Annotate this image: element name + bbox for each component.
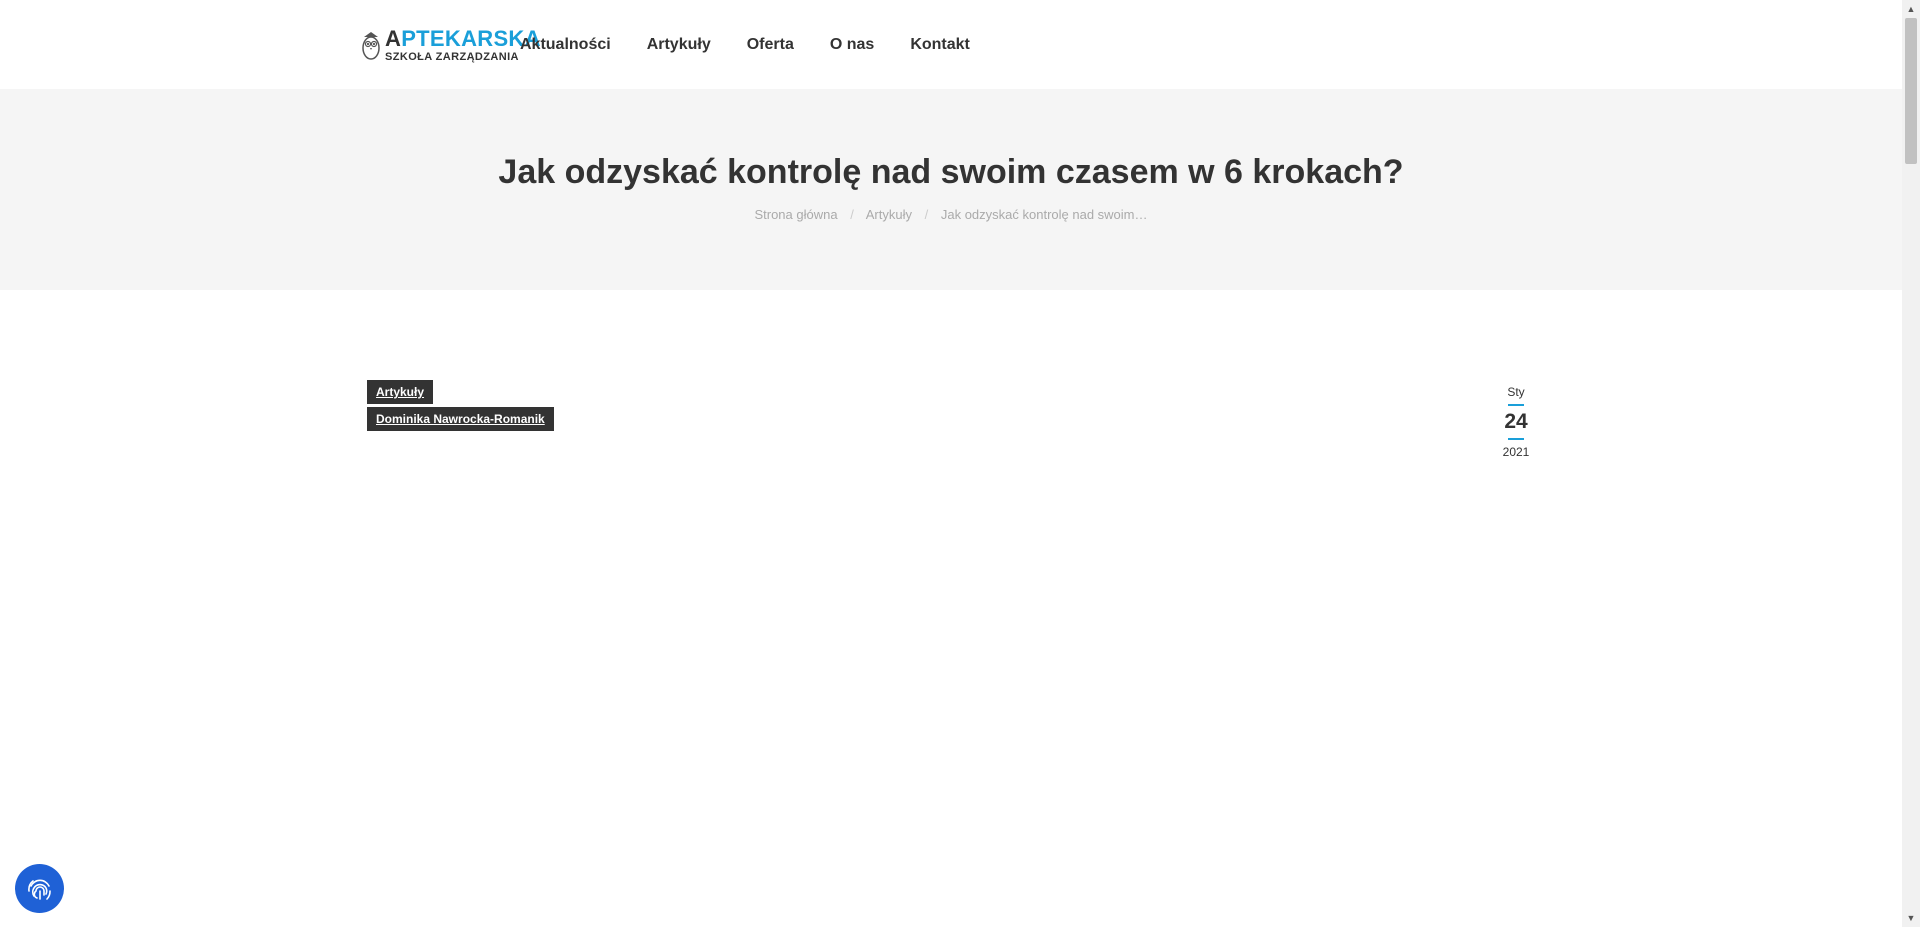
page-title-band: Jak odzyskać kontrolę nad swoim czasem w… — [0, 89, 1902, 290]
breadcrumb-separator: / — [850, 207, 854, 222]
breadcrumb-category[interactable]: Artykuły — [866, 207, 912, 222]
site-header: APTEKARSKA SZKOŁA ZARZĄDZANIA Aktualnośc… — [0, 0, 1902, 89]
site-logo[interactable]: APTEKARSKA SZKOŁA ZARZĄDZANIA — [361, 27, 541, 63]
nav-item-oferta[interactable]: Oferta — [747, 36, 794, 54]
breadcrumb-current: Jak odzyskać kontrolę nad swoim… — [940, 207, 1148, 222]
date-divider — [1508, 438, 1524, 440]
author-tag[interactable]: Dominika Nawrocka-Romanik — [367, 407, 554, 431]
breadcrumb-home[interactable]: Strona główna — [754, 207, 837, 222]
scroll-thumb[interactable] — [1905, 18, 1917, 164]
scrollbar[interactable]: ▲ ▼ — [1902, 0, 1920, 927]
nav-item-aktualnosci[interactable]: Aktualności — [520, 36, 611, 54]
fingerprint-icon — [27, 879, 51, 900]
nav-item-kontakt[interactable]: Kontakt — [910, 36, 970, 54]
category-tag[interactable]: Artykuły — [367, 380, 434, 404]
breadcrumb-separator: / — [924, 207, 929, 222]
date-divider — [1508, 404, 1524, 406]
breadcrumb: Strona główna / Artykuły / Jak odzyskać … — [0, 207, 1902, 222]
scroll-down-arrow-icon[interactable]: ▼ — [1902, 909, 1920, 927]
privacy-settings-button[interactable] — [15, 864, 64, 913]
main-nav: Aktualności Artykuły Oferta O nas Kontak… — [520, 0, 1006, 89]
date-year: 2021 — [1502, 445, 1530, 459]
post-date: Sty 24 2021 — [1496, 384, 1536, 460]
owl-icon — [362, 32, 380, 60]
page-title: Jak odzyskać kontrolę nad swoim czasem w… — [498, 153, 1404, 191]
date-month: Sty — [1507, 385, 1525, 399]
nav-item-artykuly[interactable]: Artykuły — [647, 36, 711, 54]
logo-letter-a: A — [385, 25, 402, 51]
logo-line2: SZKOŁA ZARZĄDZANIA — [385, 50, 519, 63]
nav-item-o-nas[interactable]: O nas — [830, 36, 874, 54]
scroll-up-arrow-icon[interactable]: ▲ — [1902, 0, 1920, 18]
logo-text: APTEKARSKA SZKOŁA ZARZĄDZANIA — [385, 25, 541, 63]
date-day: 24 — [1504, 410, 1528, 433]
logo-line1: APTEKARSKA — [385, 25, 541, 51]
